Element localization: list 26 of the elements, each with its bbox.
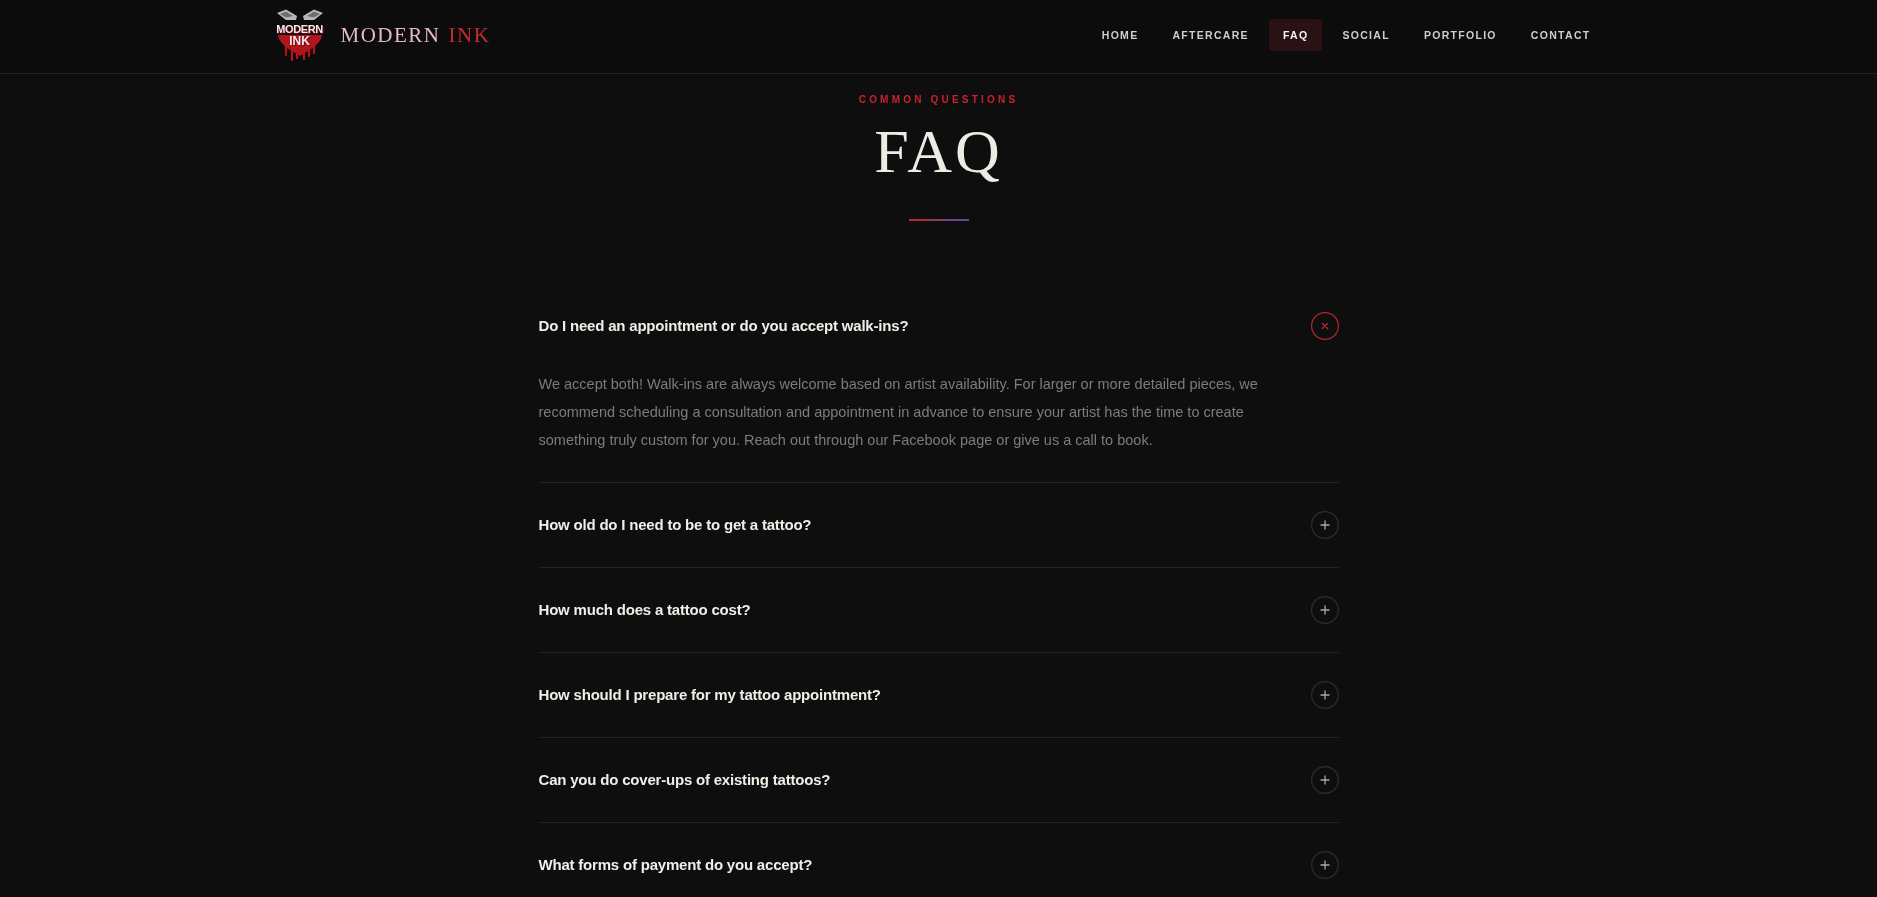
nav-link[interactable]: FAQ	[1268, 18, 1323, 51]
emblem-text: INK	[289, 34, 310, 47]
nav-link[interactable]: AFTERCARE	[1158, 18, 1263, 51]
plus-icon[interactable]	[1310, 681, 1339, 709]
plus-icon[interactable]	[1310, 851, 1339, 879]
section-eyebrow: COMMON QUESTIONS	[858, 93, 1019, 107]
faq-question[interactable]: What forms of payment do you accept?	[538, 823, 1339, 891]
faq-question[interactable]: Can you do cover-ups of existing tattoos?	[538, 738, 1339, 822]
nav-link[interactable]: CONTACT	[1516, 18, 1605, 51]
nav-link[interactable]: HOME	[1087, 18, 1153, 51]
faq-question[interactable]: Do I need an appointment or do you accept walk-ins?	[538, 284, 1339, 368]
faq-question[interactable]: How old do I need to be to get a tattoo?	[538, 483, 1339, 567]
nav-link[interactable]: SOCIAL	[1328, 18, 1404, 51]
brand-name[interactable]: MODERN	[340, 21, 441, 48]
faq-question[interactable]: How much does a tattoo cost?	[538, 568, 1339, 652]
faq-answer: We accept both! Walk-ins are always welcome based on artist availability. For larger or more detailed pieces, we recommend scheduling a consultation and appointment in advance to ensure your artist has the time to create something truly custom for you. Reach out through our Facebook page or give us a call to book.	[538, 375, 1259, 450]
emblem-text: MODERN	[275, 22, 324, 35]
plus-icon[interactable]	[1310, 596, 1339, 624]
brand-name[interactable]: INK	[448, 21, 491, 48]
title-underline	[908, 219, 969, 221]
plus-icon[interactable]	[1310, 766, 1339, 794]
plus-icon[interactable]	[1310, 511, 1339, 539]
close-icon[interactable]	[1310, 312, 1339, 340]
faq-question[interactable]: How should I prepare for my tattoo appointment?	[538, 653, 1339, 737]
page-title: FAQ	[874, 121, 1003, 181]
nav-link[interactable]: PORTFOLIO	[1409, 18, 1511, 51]
